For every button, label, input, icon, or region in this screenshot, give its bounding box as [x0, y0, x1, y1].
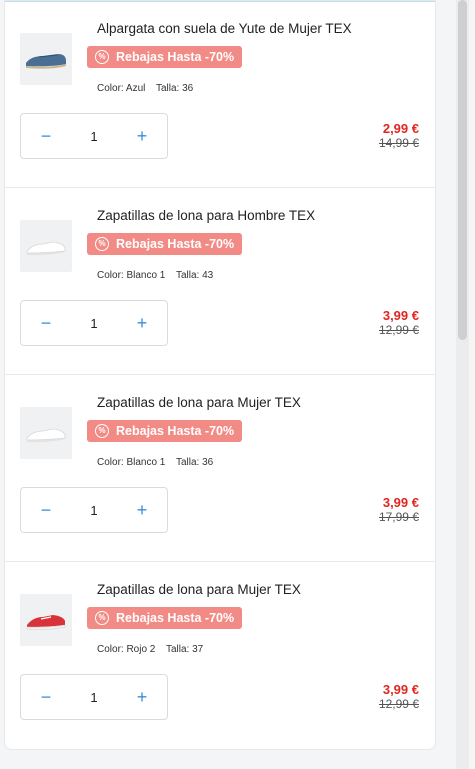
promo-label: Rebajas Hasta -70% [116, 50, 235, 64]
product-thumbnail[interactable] [20, 220, 72, 272]
product-attributes: Color: Azul Talla: 36 [97, 83, 201, 94]
color-label: Color: Rojo 2 [97, 644, 156, 655]
quantity-value[interactable]: 1 [71, 690, 117, 705]
quantity-stepper: − 1 + [20, 113, 168, 159]
price-block: 3,99 € 17,99 € [378, 495, 419, 525]
size-label: Talla: 43 [175, 270, 214, 281]
promo-label: Rebajas Hasta -70% [116, 237, 235, 251]
quantity-value[interactable]: 1 [71, 129, 117, 144]
discount-icon: % [95, 237, 109, 251]
current-price: 3,99 € [382, 495, 419, 510]
product-title[interactable]: Alpargata con suela de Yute de Mujer TEX [97, 21, 352, 36]
original-price: 12,99 € [378, 697, 419, 711]
discount-icon: % [95, 50, 109, 64]
product-title[interactable]: Zapatillas de lona para Hombre TEX [97, 208, 315, 223]
promo-badge: % Rebajas Hasta -70% [87, 420, 243, 442]
discount-icon: % [95, 611, 109, 625]
color-label: Color: Azul [97, 83, 146, 94]
quantity-stepper: − 1 + [20, 300, 168, 346]
discount-icon: % [95, 424, 109, 438]
scrollbar-thumb[interactable] [458, 0, 467, 340]
product-attributes: Color: Rojo 2 Talla: 37 [97, 644, 211, 655]
increase-quantity-button[interactable]: + [117, 488, 167, 532]
size-label: Talla: 36 [175, 457, 214, 468]
original-price: 17,99 € [378, 510, 419, 524]
product-thumbnail[interactable] [20, 33, 72, 85]
current-price: 2,99 € [382, 121, 419, 136]
increase-quantity-button[interactable]: + [117, 675, 167, 719]
quantity-stepper: − 1 + [20, 674, 168, 720]
cart-item: Zapatillas de lona para Mujer TEX % Reba… [5, 562, 435, 750]
increase-quantity-button[interactable]: + [117, 301, 167, 345]
scrollbar[interactable] [456, 0, 469, 769]
promo-badge: % Rebajas Hasta -70% [87, 607, 243, 629]
quantity-value[interactable]: 1 [71, 503, 117, 518]
decrease-quantity-button[interactable]: − [21, 114, 71, 158]
current-price: 3,99 € [382, 308, 419, 323]
product-thumbnail[interactable] [20, 594, 72, 646]
product-attributes: Color: Blanco 1 Talla: 43 [97, 270, 221, 281]
sneaker-icon [26, 428, 66, 443]
price-block: 2,99 € 14,99 € [378, 121, 419, 151]
price-block: 3,99 € 12,99 € [378, 682, 419, 712]
sneaker-icon [26, 615, 66, 630]
cart-item: Zapatillas de lona para Mujer TEX % Reba… [5, 375, 435, 562]
current-price: 3,99 € [382, 682, 419, 697]
decrease-quantity-button[interactable]: − [21, 675, 71, 719]
size-label: Talla: 37 [165, 644, 204, 655]
decrease-quantity-button[interactable]: − [21, 301, 71, 345]
product-title[interactable]: Zapatillas de lona para Mujer TEX [97, 395, 301, 410]
color-label: Color: Blanco 1 [97, 270, 166, 281]
cart-item: Zapatillas de lona para Hombre TEX % Reb… [5, 188, 435, 375]
espadrille-icon [26, 54, 66, 69]
cart-item-list: Alpargata con suela de Yute de Mujer TEX… [4, 0, 436, 750]
cart-item: Alpargata con suela de Yute de Mujer TEX… [5, 1, 435, 188]
original-price: 12,99 € [378, 323, 419, 337]
promo-badge: % Rebajas Hasta -70% [87, 46, 243, 68]
size-label: Talla: 36 [155, 83, 194, 94]
color-label: Color: Blanco 1 [97, 457, 166, 468]
price-block: 3,99 € 12,99 € [378, 308, 419, 338]
original-price: 14,99 € [378, 136, 419, 150]
product-attributes: Color: Blanco 1 Talla: 36 [97, 457, 221, 468]
sneaker-icon [26, 241, 66, 256]
quantity-value[interactable]: 1 [71, 316, 117, 331]
product-thumbnail[interactable] [20, 407, 72, 459]
decrease-quantity-button[interactable]: − [21, 488, 71, 532]
promo-label: Rebajas Hasta -70% [116, 424, 235, 438]
product-title[interactable]: Zapatillas de lona para Mujer TEX [97, 582, 301, 597]
promo-label: Rebajas Hasta -70% [116, 611, 235, 625]
quantity-stepper: − 1 + [20, 487, 168, 533]
promo-badge: % Rebajas Hasta -70% [87, 233, 243, 255]
increase-quantity-button[interactable]: + [117, 114, 167, 158]
